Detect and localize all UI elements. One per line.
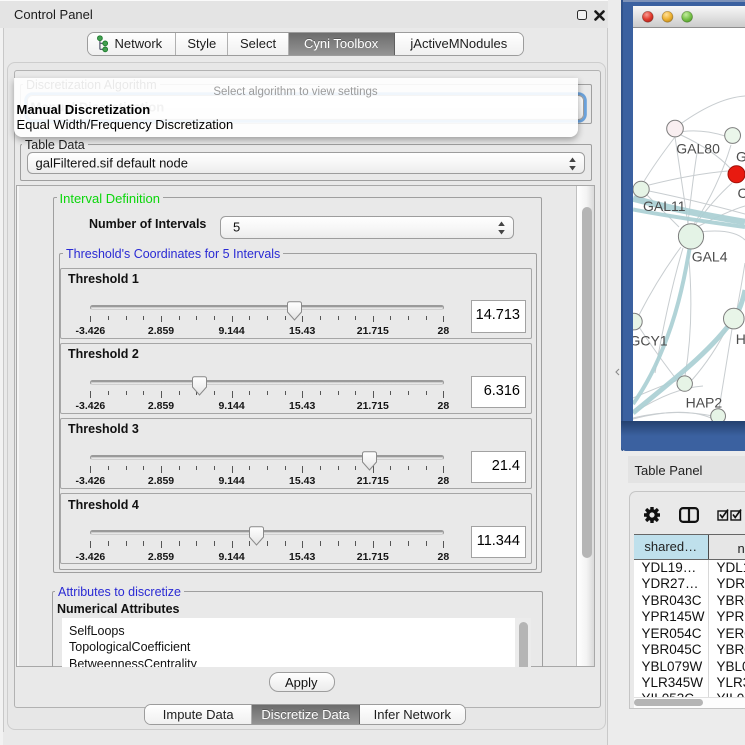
svg-text:C: C (738, 185, 745, 201)
svg-text:G.: G. (736, 149, 745, 165)
svg-text:H: H (736, 331, 745, 347)
svg-text:GCY1: GCY1 (633, 333, 668, 349)
svg-text:GAL4: GAL4 (692, 249, 728, 265)
svg-text:HAP2: HAP2 (686, 395, 723, 411)
svg-text:GAL11: GAL11 (643, 198, 686, 214)
svg-text:GAL80: GAL80 (676, 140, 720, 156)
